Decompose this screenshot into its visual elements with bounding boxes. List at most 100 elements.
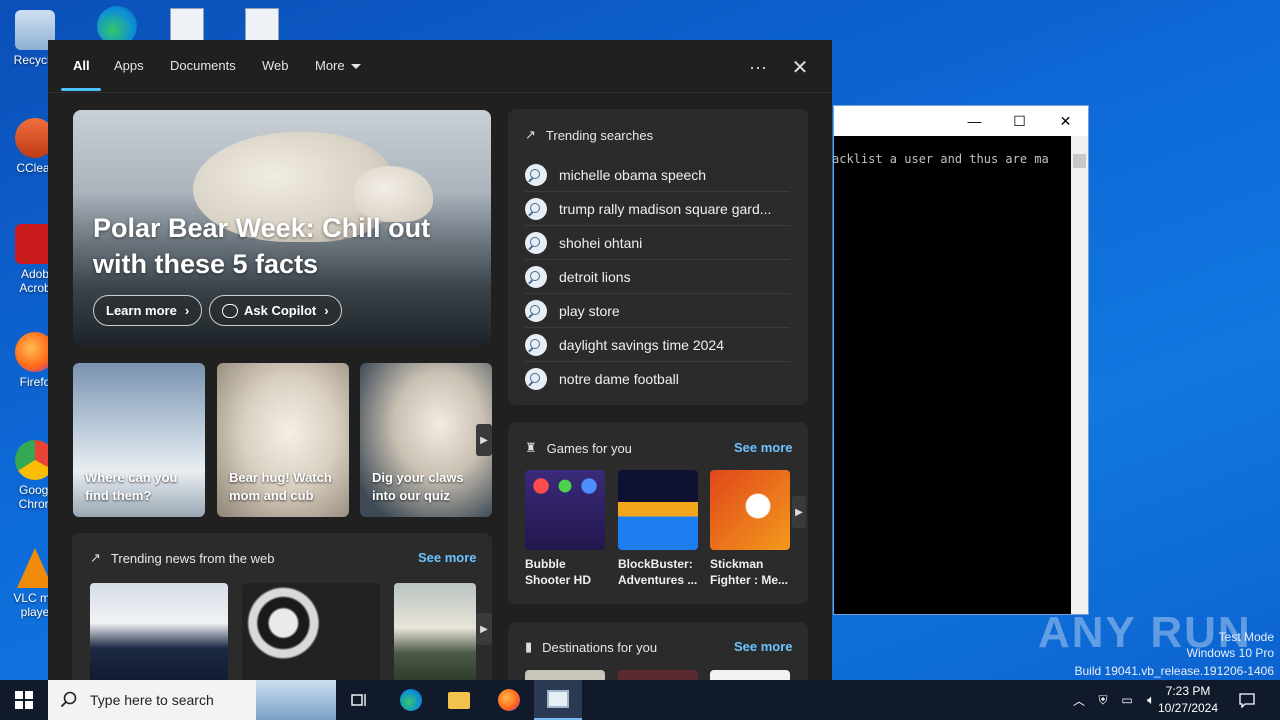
clock-date: 10/27/2024 — [1157, 701, 1219, 715]
games-section: ♜ Games for you See more Bubble Shooter … — [508, 422, 808, 604]
notifications-button[interactable] — [1236, 680, 1258, 720]
trending-search-text: notre dame football — [559, 371, 679, 387]
section-title: Trending searches — [545, 127, 654, 143]
trending-search-item[interactable]: michelle obama speech — [525, 158, 790, 192]
search-panel: All Apps Documents Web More ··· ✕ Polar … — [48, 40, 832, 680]
tab-documents[interactable]: Documents — [170, 58, 236, 73]
carousel-next-button[interactable]: ▶ — [476, 613, 492, 645]
desktop-icon-label: Firefo — [19, 375, 51, 389]
watermark-line: Build 19041.vb_release.191206-1406 — [1074, 664, 1275, 678]
more-options-button[interactable]: ··· — [743, 53, 773, 81]
search-tabs: All Apps Documents Web More ··· ✕ — [48, 40, 832, 93]
trending-search-item[interactable]: shohei ohtani — [525, 226, 790, 260]
search-icon — [60, 691, 77, 708]
watermark-line: Test Mode — [1218, 630, 1274, 644]
story-card[interactable]: Where can you find them? — [73, 363, 205, 517]
learn-more-label: Learn more — [106, 303, 177, 318]
desktop-file-icon[interactable] — [245, 8, 279, 42]
see-more-link[interactable]: See more — [734, 440, 793, 455]
network-icon[interactable]: ▭ — [1116, 680, 1138, 720]
close-button[interactable]: ✕ — [1043, 106, 1088, 136]
clock-time: 7:23 PM — [1165, 684, 1211, 698]
chevron-right-icon: › — [184, 303, 190, 318]
taskbar-edge[interactable] — [390, 680, 432, 720]
firefox-icon — [498, 689, 520, 711]
scrollbar-thumb[interactable] — [1073, 154, 1086, 168]
trending-search-item[interactable]: trump rally madison square gard... — [525, 192, 790, 226]
see-more-link[interactable]: See more — [418, 550, 477, 565]
section-header: ↗ Trending news from the web — [90, 550, 274, 566]
taskbar-firefox[interactable] — [488, 680, 530, 720]
game-tile[interactable]: BlockBuster: Adventures ... — [618, 470, 698, 588]
learn-more-button[interactable]: Learn more › — [93, 295, 203, 326]
show-hidden-icons-button[interactable]: ︿ — [1068, 680, 1090, 720]
maximize-button[interactable]: ☐ — [997, 106, 1042, 136]
console-titlebar[interactable]: — ☐ ✕ — [834, 106, 1088, 136]
chevron-right-icon: › — [324, 303, 329, 318]
news-image[interactable] — [90, 583, 228, 680]
close-panel-button[interactable]: ✕ — [785, 53, 815, 81]
ask-copilot-button[interactable]: Ask Copilot › — [209, 295, 342, 326]
game-tile[interactable]: Bubble Shooter HD — [525, 470, 605, 588]
trending-search-item[interactable]: daylight savings time 2024 — [525, 328, 790, 362]
trending-search-text: daylight savings time 2024 — [559, 336, 724, 353]
chevron-down-icon — [350, 64, 361, 70]
search-highlight-image — [256, 680, 336, 720]
section-header: ♜ Games for you — [525, 440, 632, 456]
ask-copilot-label: Ask Copilot — [244, 303, 317, 318]
chat-icon — [222, 303, 238, 318]
task-view-button[interactable] — [340, 680, 380, 720]
trending-search-item[interactable]: detroit lions — [525, 260, 790, 294]
trending-search-item[interactable]: notre dame football — [525, 362, 790, 396]
console-app-icon — [547, 690, 569, 708]
hero-card[interactable]: Polar Bear Week: Chill out with these 5 … — [73, 110, 491, 346]
story-label: Dig your claws into our quiz — [372, 470, 464, 503]
hero-title: Polar Bear Week: Chill out with these 5 … — [93, 213, 431, 279]
taskbar-file-explorer[interactable] — [438, 680, 480, 720]
news-image[interactable] — [394, 583, 476, 680]
console-scrollbar[interactable] — [1071, 136, 1088, 614]
search-placeholder: Type here to search — [90, 692, 214, 708]
carousel-next-button[interactable]: ▶ — [476, 424, 492, 456]
desktop-file-icon[interactable] — [170, 8, 204, 42]
tab-apps[interactable]: Apps — [114, 58, 144, 73]
search-icon — [525, 299, 547, 322]
bubble-shooter-image — [525, 470, 605, 550]
see-more-link[interactable]: See more — [734, 639, 793, 654]
defender-icon[interactable]: ⛨ — [1092, 680, 1114, 720]
search-icon — [525, 231, 547, 254]
destination-image[interactable] — [710, 670, 790, 680]
trending-search-item[interactable]: play store — [525, 294, 790, 328]
edge-icon — [400, 689, 422, 711]
story-card[interactable]: Bear hug! Watch mom and cub — [217, 363, 349, 517]
taskbar-search-box[interactable]: Type here to search — [48, 680, 336, 720]
story-label: Where can you find them? — [85, 470, 178, 503]
taskbar-console-active[interactable] — [534, 680, 582, 720]
search-icon — [525, 197, 547, 220]
folder-icon — [448, 691, 470, 709]
trending-search-text: play store — [559, 302, 620, 319]
destination-image[interactable] — [618, 670, 698, 680]
tab-more[interactable]: More — [315, 58, 361, 73]
trending-search-text: detroit lions — [559, 268, 631, 285]
destination-image[interactable] — [525, 670, 605, 680]
story-card[interactable]: Dig your claws into our quiz — [360, 363, 492, 517]
tab-all[interactable]: All — [73, 58, 90, 73]
task-view-icon — [351, 694, 366, 706]
watermark: ANY RUN Test Mode Windows 10 Pro Build 1… — [1038, 606, 1278, 680]
game-name: Bubble Shooter HD — [525, 557, 591, 587]
luggage-icon: ▮ — [525, 639, 533, 654]
carousel-next-button[interactable]: ▶ — [792, 496, 806, 528]
console-window[interactable]: — ☐ ✕ acklist a user and thus are ma — [832, 105, 1089, 615]
game-tile[interactable]: Stickman Fighter : Me... — [710, 470, 790, 588]
story-label: Bear hug! Watch mom and cub — [229, 470, 332, 503]
search-icon — [525, 163, 547, 186]
trending-icon: ↗ — [90, 550, 101, 565]
clock[interactable]: 7:23 PM 10/27/2024 — [1152, 683, 1224, 717]
tab-more-label: More — [315, 58, 345, 73]
tab-web[interactable]: Web — [262, 58, 289, 73]
minimize-button[interactable]: — — [952, 106, 997, 136]
news-image[interactable] — [242, 583, 380, 680]
trending-searches-section: ↗ Trending searches michelle obama speec… — [508, 109, 808, 405]
start-button[interactable] — [0, 680, 48, 720]
